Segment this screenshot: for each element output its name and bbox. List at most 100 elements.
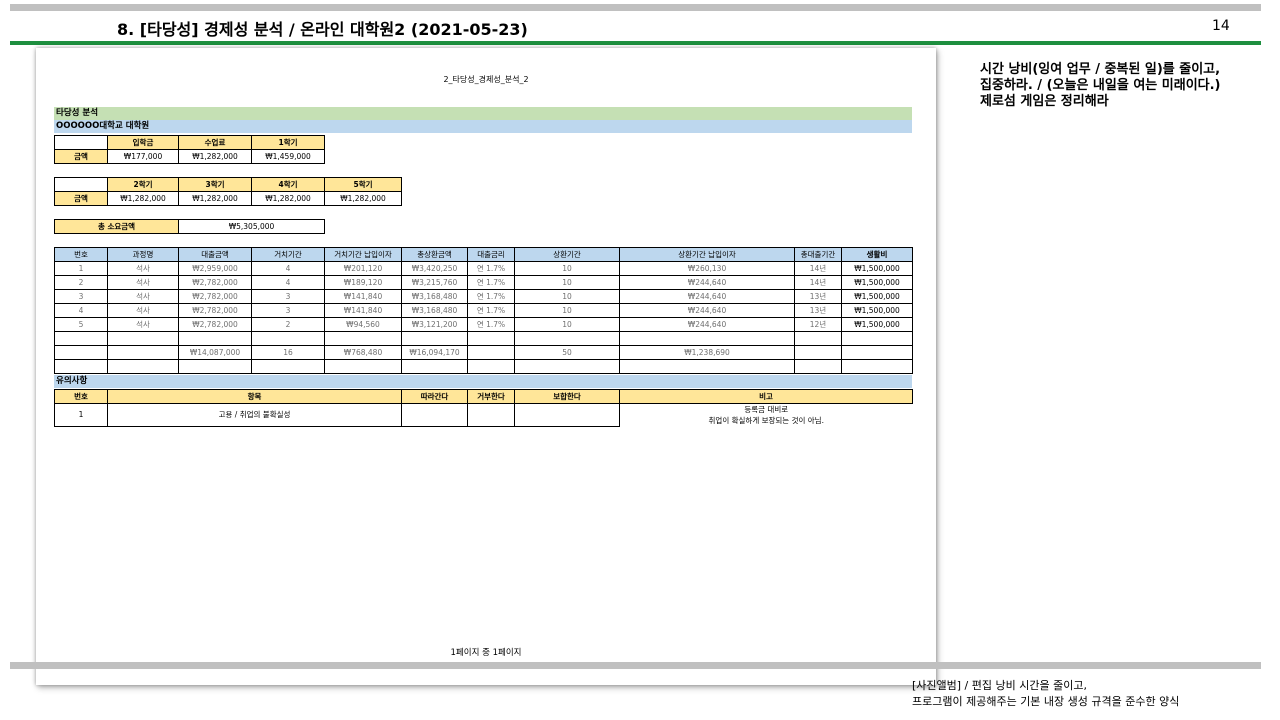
table-header: 3학기: [178, 177, 252, 192]
table-cell: 3: [251, 303, 325, 318]
table-row: 5 석사 ₩2,782,000 2 ₩94,560 ₩3,121,200 연 1…: [54, 317, 913, 332]
table-cell: ₩768,480: [324, 345, 402, 360]
table-header: 비고: [619, 389, 913, 404]
table-header: 번호: [54, 389, 108, 404]
table-cell: [401, 403, 468, 427]
table-cell: ₩1,500,000: [841, 275, 913, 290]
table-cell: ₩1,282,000: [107, 191, 179, 206]
table-header: 대출금리: [467, 247, 515, 262]
table-header-row: 번호 항목 따라간다 거부한다 보합한다 비고: [54, 389, 913, 404]
table-cell: [794, 345, 842, 360]
table-row: 1 고용 / 취업의 불확실성 등록금 대비로 취업이 확실하게 보장되는 것이…: [54, 403, 913, 427]
table-cell: 연 1.7%: [467, 303, 515, 318]
table-cell: 연 1.7%: [467, 289, 515, 304]
table-header: 과정명: [107, 247, 179, 262]
title-underline: [10, 41, 1261, 45]
table-header: 입학금: [107, 135, 179, 150]
total-label: 총 소요금액: [54, 219, 179, 234]
top-divider: [10, 4, 1261, 11]
table-cell: ₩3,215,760: [401, 275, 468, 290]
table-cell: [54, 177, 108, 192]
table-header: 5학기: [324, 177, 402, 192]
table-cell: ₩94,560: [324, 317, 402, 332]
table-cell: ₩1,459,000: [251, 149, 325, 164]
table-cell: 연 1.7%: [467, 317, 515, 332]
table-cell: 14년: [794, 275, 842, 290]
table-header: 거부한다: [467, 389, 515, 404]
table-cell: ₩3,420,250: [401, 261, 468, 276]
table-cell: ₩1,500,000: [841, 289, 913, 304]
table-cell: 10: [514, 275, 620, 290]
table-cell: 1: [54, 403, 108, 427]
table-row-empty: [54, 331, 913, 346]
table-row: 3 석사 ₩2,782,000 3 ₩141,840 ₩3,168,480 연 …: [54, 289, 913, 304]
section-title: 타당성 분석: [54, 107, 912, 120]
table-header: 4학기: [251, 177, 325, 192]
footer-note-line: [사진앨범] / 편집 낭비 시간을 줄이고,: [912, 679, 1087, 692]
table-cell: 연 1.7%: [467, 275, 515, 290]
table-header: 총상환금액: [401, 247, 468, 262]
table-cell: [54, 135, 108, 150]
table-cell: ₩244,640: [619, 275, 795, 290]
footer-note: [사진앨범] / 편집 낭비 시간을 줄이고, 프로그램이 제공해주는 기본 내…: [912, 678, 1179, 710]
table-cell: [467, 345, 515, 360]
total-table: 총 소요금액 ₩5,305,000: [54, 219, 325, 234]
table-cell: ₩1,282,000: [178, 149, 252, 164]
table-header: 생활비: [841, 247, 913, 262]
table-cell: ₩1,282,000: [251, 191, 325, 206]
table-header: 1학기: [251, 135, 325, 150]
table-cell: 16: [251, 345, 325, 360]
table-cell: 3: [251, 289, 325, 304]
table-cell: ₩3,168,480: [401, 289, 468, 304]
spreadsheet-preview: 2_타당성_경제성_분석_2 타당성 분석 OOOOOO대학교 대학원 입학금 …: [36, 48, 936, 685]
table-header: 보합한다: [514, 389, 620, 404]
table-header: 수업료: [178, 135, 252, 150]
remarks-line: 등록금 대비로: [744, 405, 789, 414]
table-cell: 고용 / 취업의 불확실성: [107, 403, 402, 427]
table-cell: 50: [514, 345, 620, 360]
table-cell: 3: [54, 289, 108, 304]
table-row: 4 석사 ₩2,782,000 3 ₩141,840 ₩3,168,480 연 …: [54, 303, 913, 318]
table-cell: ₩244,640: [619, 303, 795, 318]
table-header: 거치기간 납입이자: [324, 247, 402, 262]
table-header: 상환기간 납입이자: [619, 247, 795, 262]
table-cell: 10: [514, 289, 620, 304]
fees-table: 입학금 수업료 1학기 금액 ₩177,000 ₩1,282,000 ₩1,45…: [54, 135, 325, 164]
table-cell: [54, 345, 108, 360]
table-cell: ₩141,840: [324, 289, 402, 304]
slide-title: 8. [타당성] 경제성 분석 / 온라인 대학원2 (2021-05-23): [117, 20, 528, 39]
table-row: 1 석사 ₩2,959,000 4 ₩201,120 ₩3,420,250 연 …: [54, 261, 913, 276]
table-header: 2학기: [107, 177, 179, 192]
side-note-line: 시간 낭비(잉여 업무 / 중복된 일)를 줄이고,: [980, 62, 1221, 77]
table-cell: [514, 403, 620, 427]
table-cell: 석사: [107, 317, 179, 332]
table-cell: 석사: [107, 275, 179, 290]
table-cell: ₩177,000: [107, 149, 179, 164]
table-cell: ₩201,120: [324, 261, 402, 276]
table-cell: 10: [514, 261, 620, 276]
table-cell: ₩1,500,000: [841, 303, 913, 318]
page-number: 14: [1212, 18, 1230, 34]
side-note: 시간 낭비(잉여 업무 / 중복된 일)를 줄이고, 집중하라. / (오늘은 …: [980, 62, 1260, 110]
table-header: 상환기간: [514, 247, 620, 262]
side-note-line: 집중하라. / (오늘은 내일을 여는 미래이다.): [980, 78, 1221, 93]
table-cell: 10: [514, 317, 620, 332]
table-header: 대출금액: [178, 247, 252, 262]
table-header: 따라간다: [401, 389, 468, 404]
sheet-header: 2_타당성_경제성_분석_2: [443, 75, 529, 84]
table-header: 거치기간: [251, 247, 325, 262]
table-cell: 4: [54, 303, 108, 318]
table-cell: [107, 345, 179, 360]
table-cell: ₩189,120: [324, 275, 402, 290]
table-cell: 연 1.7%: [467, 261, 515, 276]
table-cell: 2: [251, 317, 325, 332]
table-cell: ₩1,282,000: [324, 191, 402, 206]
table-cell: 석사: [107, 303, 179, 318]
table-cell: 5: [54, 317, 108, 332]
table-cell: 13년: [794, 289, 842, 304]
table-cell: 4: [251, 261, 325, 276]
table-cell: [467, 403, 515, 427]
remarks-cell: 등록금 대비로 취업이 확실하게 보장되는 것이 아님.: [620, 404, 913, 427]
table-cell: ₩16,094,170: [401, 345, 468, 360]
table-cell: ₩260,130: [619, 261, 795, 276]
